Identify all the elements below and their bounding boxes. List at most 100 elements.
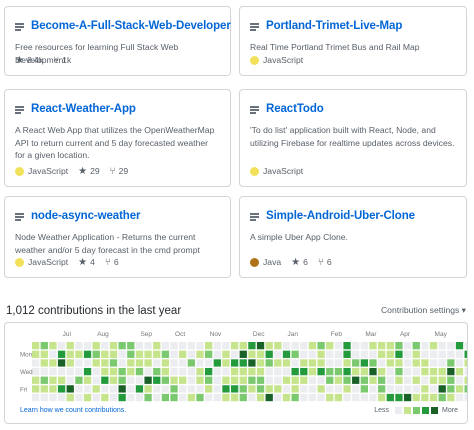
- contribution-day[interactable]: [464, 359, 472, 367]
- contribution-day[interactable]: [352, 359, 360, 367]
- contribution-day[interactable]: [127, 367, 135, 376]
- contribution-day[interactable]: [127, 359, 135, 367]
- contribution-day[interactable]: [66, 350, 74, 358]
- contribution-day[interactable]: [222, 367, 230, 376]
- contribution-day[interactable]: [49, 359, 57, 367]
- contribution-day[interactable]: [49, 376, 57, 384]
- contribution-day[interactable]: [153, 342, 161, 350]
- contribution-day[interactable]: [75, 342, 83, 350]
- contribution-day[interactable]: [32, 342, 40, 350]
- learn-contributions-link[interactable]: Learn how we count contributions.: [20, 407, 126, 414]
- contribution-day[interactable]: [66, 359, 74, 367]
- contribution-day[interactable]: [308, 393, 317, 402]
- contribution-day[interactable]: [464, 385, 472, 393]
- contribution-day[interactable]: [213, 359, 221, 367]
- contribution-day[interactable]: [282, 393, 291, 402]
- contribution-day[interactable]: [40, 350, 48, 358]
- contribution-day[interactable]: [40, 342, 48, 350]
- contribution-day[interactable]: [403, 393, 412, 402]
- contribution-day[interactable]: [248, 393, 256, 402]
- contribution-day[interactable]: [32, 376, 40, 384]
- contribution-day[interactable]: [326, 359, 334, 367]
- contribution-day[interactable]: [455, 359, 464, 367]
- contribution-day[interactable]: [205, 367, 213, 376]
- contribution-day[interactable]: [300, 367, 308, 376]
- contribution-day[interactable]: [239, 350, 247, 358]
- contribution-day[interactable]: [57, 393, 66, 402]
- contribution-day[interactable]: [386, 393, 394, 402]
- contribution-day[interactable]: [412, 393, 420, 402]
- repo-stars[interactable]: ★ 4: [78, 257, 95, 268]
- contribution-day[interactable]: [317, 342, 325, 350]
- contribution-day[interactable]: [118, 359, 126, 367]
- contribution-day[interactable]: [32, 350, 40, 358]
- contribution-day[interactable]: [187, 385, 195, 393]
- contribution-day[interactable]: [291, 393, 299, 402]
- contribution-day[interactable]: [317, 393, 325, 402]
- contribution-day[interactable]: [101, 350, 109, 358]
- contribution-day[interactable]: [464, 367, 472, 376]
- contribution-day[interactable]: [274, 385, 282, 393]
- contribution-day[interactable]: [92, 376, 100, 384]
- contribution-day[interactable]: [274, 359, 282, 367]
- contribution-day[interactable]: [187, 350, 195, 358]
- contribution-day[interactable]: [429, 393, 438, 402]
- contribution-day[interactable]: [352, 385, 360, 393]
- contribution-day[interactable]: [265, 367, 273, 376]
- contribution-day[interactable]: [403, 350, 412, 358]
- contribution-day[interactable]: [40, 393, 48, 402]
- contribution-day[interactable]: [179, 393, 187, 402]
- contribution-day[interactable]: [412, 385, 420, 393]
- contribution-day[interactable]: [83, 359, 92, 367]
- contribution-day[interactable]: [32, 359, 40, 367]
- contribution-day[interactable]: [248, 376, 256, 384]
- contribution-day[interactable]: [40, 359, 48, 367]
- contribution-day[interactable]: [75, 385, 83, 393]
- contribution-day[interactable]: [170, 359, 178, 367]
- contribution-day[interactable]: [187, 367, 195, 376]
- contribution-day[interactable]: [395, 367, 403, 376]
- contribution-day[interactable]: [49, 385, 57, 393]
- contribution-day[interactable]: [412, 376, 420, 384]
- contribution-day[interactable]: [421, 376, 429, 384]
- contribution-day[interactable]: [248, 385, 256, 393]
- contribution-day[interactable]: [230, 359, 239, 367]
- contribution-day[interactable]: [438, 359, 446, 367]
- contribution-day[interactable]: [386, 367, 394, 376]
- contribution-day[interactable]: [135, 367, 144, 376]
- contribution-day[interactable]: [378, 367, 386, 376]
- contribution-day[interactable]: [291, 376, 299, 384]
- contribution-day[interactable]: [187, 359, 195, 367]
- contribution-day[interactable]: [265, 359, 273, 367]
- contribution-day[interactable]: [179, 359, 187, 367]
- contribution-day[interactable]: [213, 385, 221, 393]
- contribution-day[interactable]: [135, 393, 144, 402]
- contribution-day[interactable]: [57, 367, 66, 376]
- contribution-day[interactable]: [75, 359, 83, 367]
- contribution-day[interactable]: [334, 342, 343, 350]
- contribution-day[interactable]: [455, 393, 464, 402]
- contribution-day[interactable]: [92, 393, 100, 402]
- contribution-day[interactable]: [49, 350, 57, 358]
- repo-name-link[interactable]: Portland-Trimet-Live-Map: [266, 20, 402, 32]
- contribution-day[interactable]: [386, 376, 394, 384]
- contribution-day[interactable]: [32, 393, 40, 402]
- contribution-day[interactable]: [429, 359, 438, 367]
- contribution-day[interactable]: [438, 385, 446, 393]
- repo-name-link[interactable]: Simple-Android-Uber-Clone: [266, 210, 415, 222]
- contribution-day[interactable]: [455, 350, 464, 358]
- contribution-day[interactable]: [282, 359, 291, 367]
- contribution-day[interactable]: [213, 367, 221, 376]
- contribution-day[interactable]: [161, 359, 170, 367]
- contribution-day[interactable]: [429, 350, 438, 358]
- contribution-day[interactable]: [153, 359, 161, 367]
- contribution-day[interactable]: [222, 376, 230, 384]
- contribution-day[interactable]: [248, 367, 256, 376]
- contribution-day[interactable]: [282, 350, 291, 358]
- contribution-day[interactable]: [317, 376, 325, 384]
- contribution-day[interactable]: [395, 359, 403, 367]
- contribution-day[interactable]: [118, 350, 126, 358]
- contribution-day[interactable]: [369, 385, 377, 393]
- contribution-day[interactable]: [66, 393, 74, 402]
- contribution-day[interactable]: [369, 350, 377, 358]
